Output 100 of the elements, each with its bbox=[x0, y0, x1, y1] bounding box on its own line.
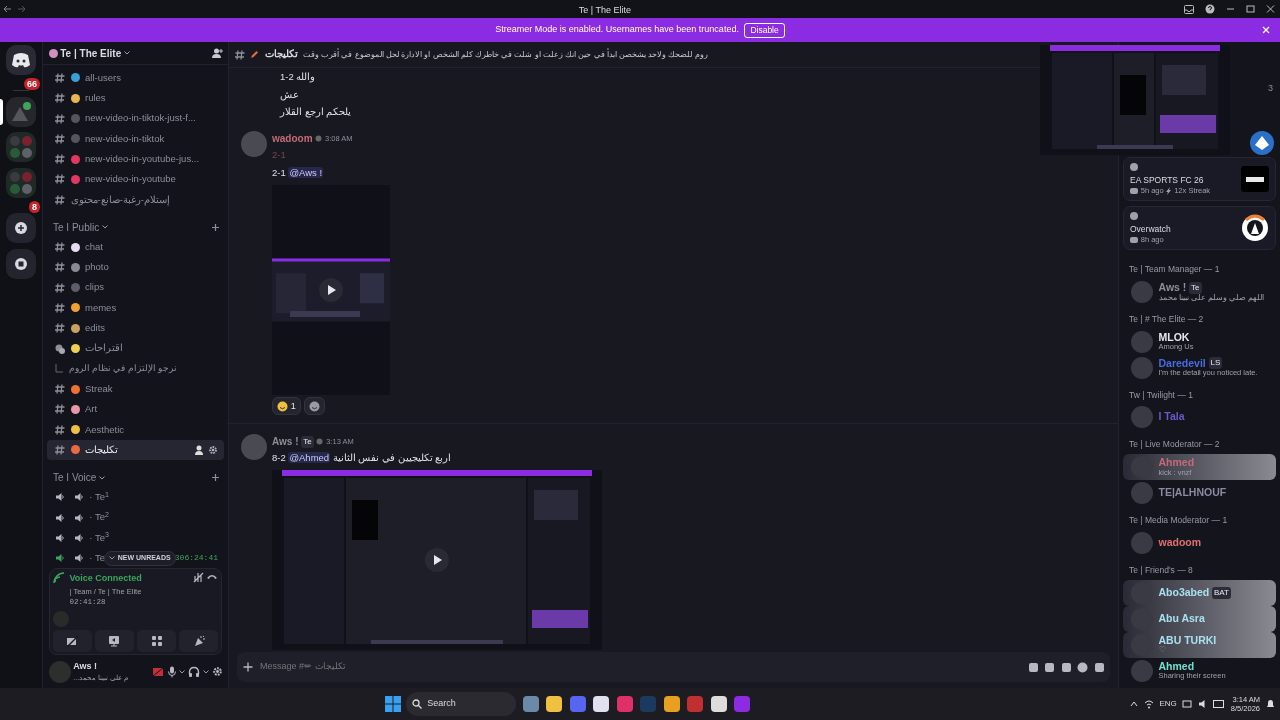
member-item[interactable]: Abu Asra bbox=[1123, 605, 1276, 632]
member-item[interactable]: TE|ALHNOUF bbox=[1123, 480, 1276, 506]
plus-icon[interactable] bbox=[211, 222, 220, 232]
channel-item[interactable]: edits bbox=[47, 318, 224, 339]
app-icon[interactable] bbox=[709, 695, 728, 713]
channel-item[interactable]: Streak bbox=[47, 378, 224, 400]
maximize-icon[interactable] bbox=[1245, 5, 1255, 13]
channel-item[interactable]: إستلام-رغبة-صانع-محتوى bbox=[47, 189, 224, 210]
role-group-header: Te | # The Elite — 2 bbox=[1128, 312, 1205, 326]
message-composer[interactable]: Message #✏ تكليجات bbox=[237, 652, 1110, 682]
gift-icon[interactable] bbox=[1027, 661, 1039, 673]
headphones-icon[interactable] bbox=[188, 665, 200, 678]
channel-topic[interactable]: روم للضحك ولاحد يشخصن ابدأ في حين انك زعلت او شلت في خاطرك كلم الشخص او الادارة لحل الموضوع في أقرب وقت bbox=[303, 48, 708, 61]
channel-item[interactable]: all-users bbox=[47, 67, 224, 89]
play-button-icon[interactable] bbox=[319, 277, 343, 302]
speaker-icon bbox=[73, 532, 84, 543]
speaker-icon bbox=[55, 512, 65, 523]
message-input[interactable]: Message #✏ تكليجات bbox=[258, 659, 1022, 675]
app-icon[interactable] bbox=[662, 695, 681, 713]
settings-icon[interactable] bbox=[211, 666, 223, 678]
channel-item[interactable]: photo bbox=[47, 257, 224, 278]
server-avatar-icon[interactable] bbox=[6, 96, 36, 127]
help-icon[interactable] bbox=[1204, 4, 1215, 14]
add-reaction-button[interactable] bbox=[303, 397, 325, 416]
channel-item[interactable]: new-video-in-tiktok bbox=[47, 128, 224, 149]
channel-item[interactable]: تكليجات bbox=[47, 439, 224, 461]
server-name-button[interactable]: Te | The Elite bbox=[48, 45, 209, 61]
channel-item[interactable]: chat bbox=[47, 236, 224, 258]
sticker-icon[interactable] bbox=[1060, 661, 1072, 673]
disable-button[interactable]: Disable bbox=[744, 22, 785, 38]
server-folder-icon[interactable] bbox=[6, 132, 36, 163]
noise-suppression-icon[interactable] bbox=[192, 572, 204, 584]
member-item[interactable]: wadoom bbox=[1123, 529, 1276, 556]
discover-icon[interactable] bbox=[6, 248, 36, 279]
voice-channel[interactable]: · Te bbox=[55, 551, 105, 566]
server-icon bbox=[48, 48, 58, 58]
battery-icon[interactable] bbox=[1213, 700, 1226, 708]
channel-item[interactable]: new-video-in-tiktok-just-f... bbox=[47, 108, 224, 129]
forward-arrow-icon[interactable] bbox=[17, 5, 27, 13]
hash-icon bbox=[55, 194, 65, 205]
channel-item[interactable]: new-video-in-youtube-jus... bbox=[47, 149, 224, 170]
author-name[interactable]: Aws ! bbox=[272, 434, 299, 450]
plus-icon[interactable] bbox=[211, 473, 220, 483]
windows-start-icon[interactable] bbox=[384, 696, 401, 712]
thread-item[interactable]: نرجو الإلتزام في نظام الروم bbox=[68, 362, 177, 376]
chevron-down-icon bbox=[99, 475, 106, 480]
voice-channel[interactable]: · Te$^{2}$ bbox=[55, 510, 109, 525]
invite-icon[interactable] bbox=[195, 445, 206, 455]
activity-count: 3 bbox=[1268, 82, 1273, 95]
add-member-icon[interactable] bbox=[211, 48, 223, 58]
member-item[interactable]: Abo3abed BAT bbox=[1123, 579, 1276, 606]
gif-icon[interactable] bbox=[1044, 661, 1055, 673]
member-item[interactable]: I Tala bbox=[1123, 404, 1276, 431]
mention-link[interactable]: @Ahmed bbox=[288, 452, 331, 464]
category-header[interactable]: Te I Voice bbox=[53, 470, 211, 486]
channel-item[interactable]: memes bbox=[47, 297, 224, 319]
play-button-icon[interactable] bbox=[425, 548, 449, 573]
emoji-icon[interactable] bbox=[1077, 661, 1088, 673]
add-server-icon[interactable] bbox=[6, 213, 36, 244]
microphone-icon[interactable] bbox=[166, 665, 177, 678]
info-icon bbox=[1130, 163, 1138, 171]
minimize-icon[interactable] bbox=[1225, 5, 1235, 13]
channel-item[interactable]: Aesthetic bbox=[47, 419, 224, 440]
reaction-button[interactable]: 1 bbox=[272, 397, 301, 416]
close-icon[interactable] bbox=[1265, 5, 1275, 13]
app-icon[interactable] bbox=[592, 695, 611, 713]
attach-plus-icon[interactable] bbox=[242, 662, 253, 672]
disconnect-icon[interactable] bbox=[206, 572, 219, 581]
channel-item[interactable]: clips bbox=[47, 277, 224, 298]
channel-item[interactable]: Art bbox=[47, 399, 224, 420]
author-name[interactable]: wadoom bbox=[272, 130, 313, 146]
apps-icon[interactable] bbox=[1093, 661, 1105, 673]
channel-item[interactable]: rules bbox=[47, 88, 224, 109]
voice-channel[interactable]: · Te$^{1}$ bbox=[55, 490, 109, 505]
notification-bell-icon[interactable] bbox=[1265, 699, 1275, 709]
screen-share-button[interactable] bbox=[94, 629, 135, 652]
soundboard-icon bbox=[192, 634, 205, 647]
inbox-icon[interactable] bbox=[1183, 4, 1194, 14]
activities-icon bbox=[150, 634, 163, 647]
voice-status: Voice Connected bbox=[69, 572, 143, 586]
role-tag: BAT bbox=[1212, 586, 1231, 599]
wifi-icon[interactable] bbox=[1143, 699, 1154, 709]
chevron-up-icon[interactable] bbox=[1130, 701, 1139, 707]
taskbar-search[interactable]: Search bbox=[406, 692, 517, 716]
language-indicator[interactable]: ENG bbox=[1159, 698, 1177, 710]
mention-link[interactable]: @Aws ! bbox=[288, 166, 324, 178]
channel-item[interactable]: new-video-in-youtube bbox=[47, 169, 224, 190]
app-icon[interactable] bbox=[545, 695, 564, 713]
back-arrow-icon[interactable] bbox=[2, 5, 12, 13]
soundboard-button[interactable] bbox=[178, 629, 219, 652]
volume-icon[interactable] bbox=[1197, 699, 1208, 709]
server-folder-icon[interactable] bbox=[6, 167, 36, 198]
hash-icon bbox=[234, 49, 245, 60]
activities-button[interactable] bbox=[136, 629, 177, 652]
settings-icon[interactable] bbox=[208, 445, 218, 455]
voice-channel[interactable]: · Te$^{3}$ bbox=[55, 530, 109, 545]
category-header[interactable]: Te I Public bbox=[53, 219, 211, 235]
channel-item[interactable]: اقتراحات bbox=[47, 338, 224, 359]
network-icon[interactable] bbox=[1182, 699, 1193, 709]
camera-off-button[interactable] bbox=[52, 629, 93, 652]
